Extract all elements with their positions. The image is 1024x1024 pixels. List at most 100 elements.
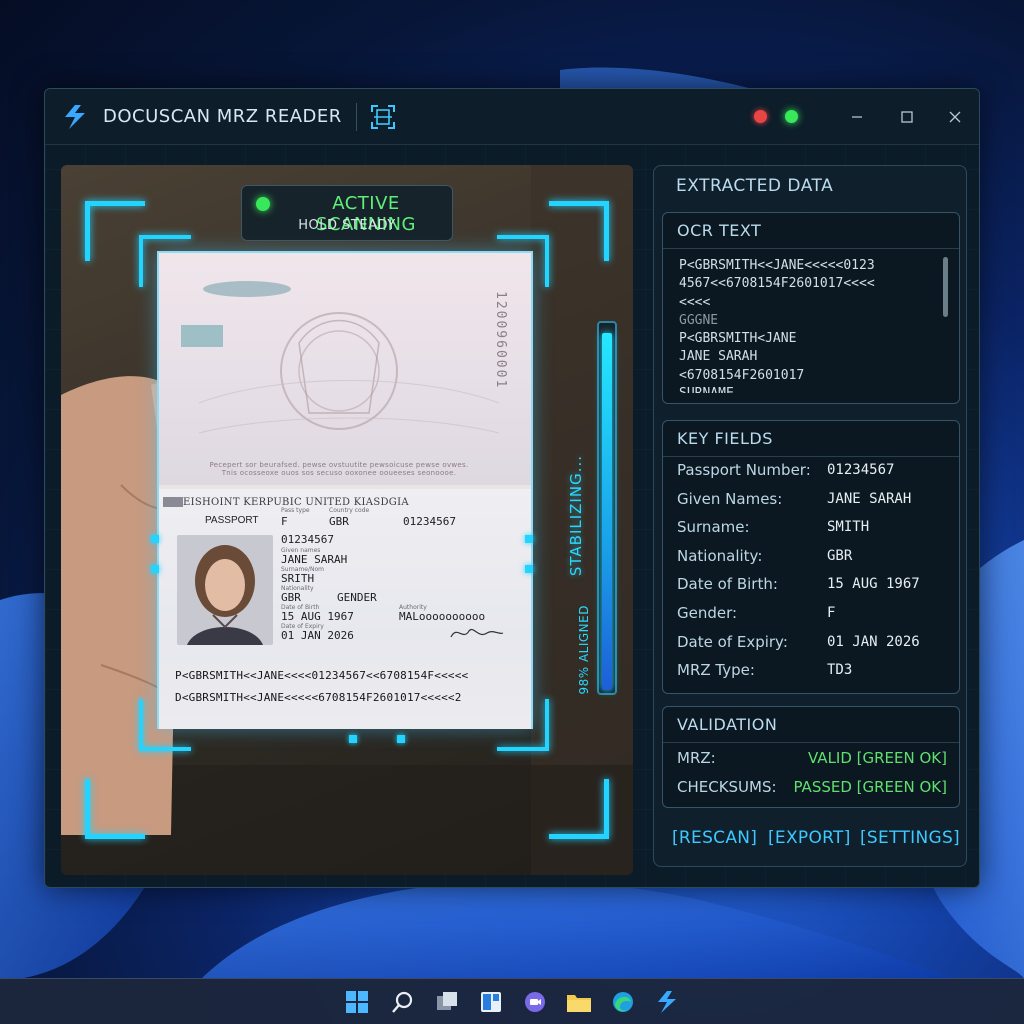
key-field-value: GBR bbox=[827, 547, 853, 564]
validation-box: VALIDATION MRZ: VALID [GREEN OK] CHECKSUMS… bbox=[662, 706, 960, 808]
key-field-row: Nationality: GBR bbox=[677, 547, 953, 575]
key-field-value: JANE SARAH bbox=[827, 490, 912, 507]
chat-glyph-icon bbox=[525, 992, 545, 1012]
ocr-line: 4567<<6708154F2601017<<<< bbox=[679, 276, 875, 292]
edge-logo-icon bbox=[613, 992, 633, 1012]
key-field-row: Surname: SMITH bbox=[677, 518, 953, 546]
close-icon bbox=[949, 111, 961, 123]
inner-frame-corner bbox=[497, 699, 549, 751]
key-field-label: Date of Birth: bbox=[677, 575, 778, 594]
export-button[interactable]: [EXPORT] bbox=[768, 828, 851, 848]
key-field-row: Date of Expiry: 01 JAN 2026 bbox=[677, 633, 953, 661]
docuscan-app-icon[interactable] bbox=[652, 987, 682, 1017]
widgets-icon[interactable] bbox=[476, 987, 506, 1017]
recording-indicator-icon bbox=[754, 110, 767, 123]
windows-start-icon[interactable] bbox=[342, 987, 372, 1017]
validation-label: CHECKSUMS: bbox=[677, 778, 777, 796]
task-view-icon[interactable] bbox=[432, 987, 462, 1017]
passport-given-names: JANE SARAH bbox=[281, 553, 348, 566]
search-icon[interactable] bbox=[388, 987, 418, 1017]
passport-type-code: F bbox=[281, 515, 288, 528]
magnifier-icon bbox=[392, 991, 413, 1013]
docuscan-logo-icon bbox=[658, 991, 676, 1013]
minimize-icon bbox=[852, 116, 862, 118]
outer-frame-corner bbox=[549, 201, 609, 261]
alignment-marker bbox=[525, 535, 533, 543]
validation-label: MRZ: bbox=[677, 749, 716, 767]
windows-logo-icon bbox=[346, 991, 368, 1013]
active-status-icon bbox=[256, 197, 270, 211]
portrait-image bbox=[177, 535, 273, 645]
ocr-line: JANE SARAH bbox=[679, 349, 758, 365]
alignment-marker bbox=[349, 735, 357, 743]
app-logo-icon bbox=[65, 104, 85, 129]
file-explorer-icon[interactable] bbox=[564, 987, 594, 1017]
key-fields-title: KEY FIELDS bbox=[663, 421, 959, 457]
key-field-label: Given Names: bbox=[677, 489, 783, 508]
key-field-label: Passport Number: bbox=[677, 461, 811, 479]
close-button[interactable] bbox=[941, 103, 969, 131]
key-field-row: Passport Number: 01234567 bbox=[677, 461, 953, 489]
crest-watermark-icon bbox=[181, 281, 500, 434]
inner-frame-corner bbox=[497, 235, 549, 287]
key-field-value: F bbox=[827, 605, 836, 621]
outer-frame-corner bbox=[549, 779, 609, 839]
stabilizing-label: STABILIZING... bbox=[567, 455, 585, 577]
ocr-line: SURNAME bbox=[679, 385, 939, 393]
key-field-label: MRZ Type: bbox=[677, 661, 755, 680]
rescan-button[interactable]: [RESCAN] bbox=[672, 828, 757, 848]
key-field-row: Given Names: JANE SARAH bbox=[677, 490, 953, 518]
passport-document: 1200960001 Pecepert sor beurafsed. pewse… bbox=[157, 251, 533, 729]
passport-dob: 15 AUG 1967 bbox=[281, 610, 354, 623]
validation-title: VALIDATION bbox=[663, 707, 959, 743]
passport-surname: SRITH bbox=[281, 572, 315, 585]
ocr-text-content[interactable]: P<GBRSMITH<<JANE<<<<<0123 4567<<6708154F2… bbox=[679, 257, 939, 393]
outer-frame-corner bbox=[85, 201, 145, 261]
ocr-scrollbar[interactable] bbox=[943, 257, 948, 317]
passport-photo bbox=[177, 535, 273, 645]
alignment-progress-fill bbox=[602, 333, 612, 690]
validation-status: PASSED [GREEN OK] bbox=[793, 778, 947, 796]
label-pass-type: Pass type bbox=[281, 507, 310, 514]
ocr-line: <6708154F2601017 bbox=[679, 367, 805, 383]
edge-browser-icon[interactable] bbox=[608, 987, 638, 1017]
settings-button[interactable]: [SETTINGS] bbox=[860, 828, 960, 848]
validation-row: CHECKSUMS: PASSED [GREEN OK] bbox=[677, 778, 947, 804]
passport-gender-label: GENDER bbox=[337, 591, 377, 604]
passport-nationality: GBR bbox=[281, 591, 301, 604]
ocr-line: P<GBRSMITH<<JANE<<<<<0123 bbox=[679, 258, 875, 273]
ocr-text-box[interactable]: OCR TEXT P<GBRSMITH<<JANE<<<<<0123 4567<<… bbox=[662, 212, 960, 404]
key-field-value: TD3 bbox=[827, 662, 853, 679]
extracted-data-panel: EXTRACTED DATA OCR TEXT P<GBRSMITH<<JANE… bbox=[653, 165, 967, 867]
scan-status-hint: HOLD STEADY bbox=[298, 218, 396, 233]
inner-frame-corner bbox=[139, 235, 191, 287]
folder-icon bbox=[567, 995, 591, 1012]
label-country-code: Country code bbox=[329, 507, 370, 514]
key-field-label: Date of Expiry: bbox=[677, 632, 788, 651]
ocr-section-title: OCR TEXT bbox=[663, 213, 959, 249]
document-scan-icon[interactable] bbox=[369, 103, 397, 131]
signature-icon bbox=[450, 629, 504, 638]
inner-frame-corner bbox=[139, 699, 191, 751]
key-field-label: Surname: bbox=[677, 518, 750, 537]
passport-number-top: 01234567 bbox=[403, 515, 456, 528]
minimize-button[interactable] bbox=[843, 103, 871, 131]
title-bar: DOCUSCAN MRZ READER bbox=[45, 89, 979, 145]
passport-mrz-line-2: D<GBRSMITH<<JANE<<<<<6708154F2601017<<<<… bbox=[175, 691, 462, 704]
key-field-label: Nationality: bbox=[677, 546, 763, 565]
alignment-percent-label: 98% ALIGNED bbox=[577, 605, 591, 695]
widgets-glyph-icon bbox=[481, 992, 501, 1012]
app-window: DOCUSCAN MRZ READER 1200960001 Pecepert … bbox=[44, 88, 980, 888]
chat-icon[interactable] bbox=[520, 987, 550, 1017]
passport-expiry: 01 JAN 2026 bbox=[281, 629, 354, 642]
task-view-glyph-icon bbox=[437, 992, 457, 1010]
key-field-value: SMITH bbox=[827, 519, 870, 536]
camera-viewfinder[interactable]: 1200960001 Pecepert sor beurafsed. pewse… bbox=[61, 165, 633, 875]
emblem-icon bbox=[163, 497, 183, 507]
maximize-button[interactable] bbox=[893, 103, 921, 131]
alignment-marker bbox=[151, 565, 159, 573]
key-field-label: Gender: bbox=[677, 604, 738, 622]
passport-visa-page: 1200960001 Pecepert sor beurafsed. pewse… bbox=[159, 253, 531, 485]
validation-row: MRZ: VALID [GREEN OK] bbox=[677, 749, 947, 775]
passport-data-page: EISHOINT KERPUBIC UNITED KIASDGIA PASSPO… bbox=[159, 489, 531, 729]
